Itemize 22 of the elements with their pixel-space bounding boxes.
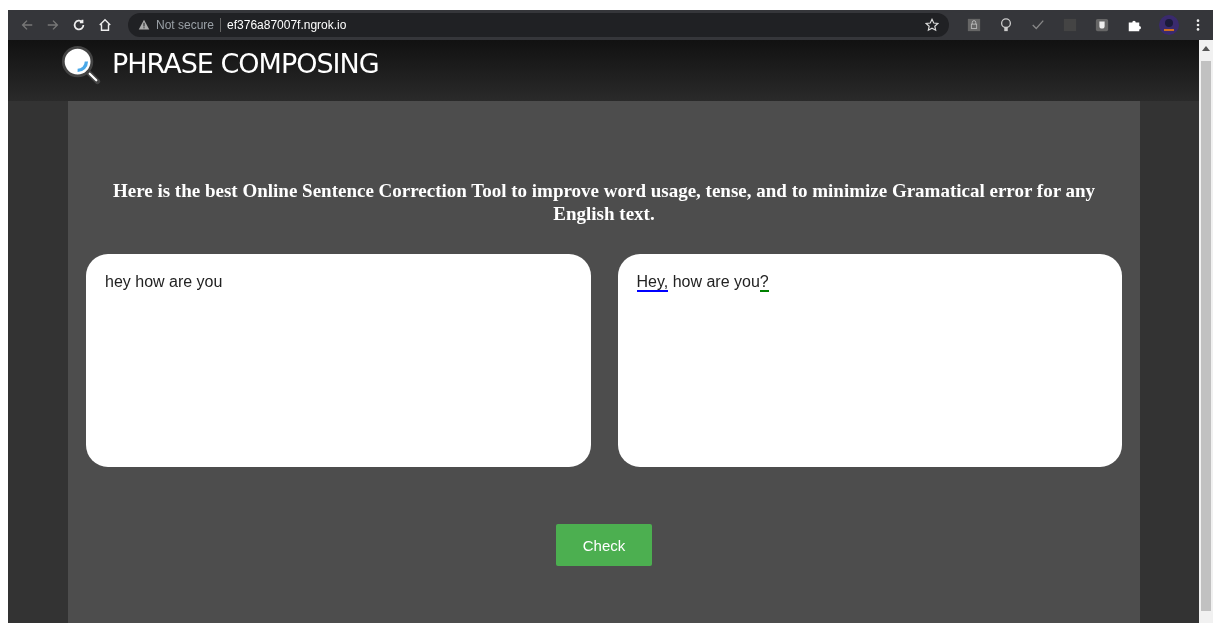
input-box[interactable]: hey how are you bbox=[86, 254, 591, 467]
input-text: hey how are you bbox=[105, 273, 223, 290]
intro-text: Here is the best Online Sentence Correction Tool to improve word usage, tense, and to minimize Gramatical error for any English text. bbox=[111, 179, 1097, 225]
star-icon[interactable] bbox=[925, 18, 939, 32]
warning-icon bbox=[138, 19, 150, 31]
shield-icon[interactable] bbox=[1095, 18, 1109, 32]
back-icon[interactable] bbox=[20, 18, 34, 32]
scroll-up-icon[interactable] bbox=[1202, 45, 1210, 51]
address-bar[interactable]: Not secure ef376a87007f.ngrok.io bbox=[128, 13, 949, 37]
bulb-icon[interactable] bbox=[999, 18, 1013, 32]
security-label: Not secure bbox=[156, 18, 215, 32]
forward-icon[interactable] bbox=[46, 18, 60, 32]
puzzle-icon[interactable] bbox=[1127, 18, 1141, 32]
avatar-icon[interactable] bbox=[1159, 15, 1179, 35]
site-title: PHRASE COMPOSING bbox=[112, 48, 379, 79]
scrollbar-thumb[interactable] bbox=[1201, 61, 1211, 611]
home-icon[interactable] bbox=[98, 18, 112, 32]
corrected-text: Hey, how are you? bbox=[636, 273, 769, 292]
lock-extension-icon[interactable] bbox=[967, 18, 981, 32]
check-icon[interactable] bbox=[1031, 18, 1045, 32]
url-text: ef376a87007f.ngrok.io bbox=[227, 18, 347, 32]
reload-icon[interactable] bbox=[72, 18, 86, 32]
